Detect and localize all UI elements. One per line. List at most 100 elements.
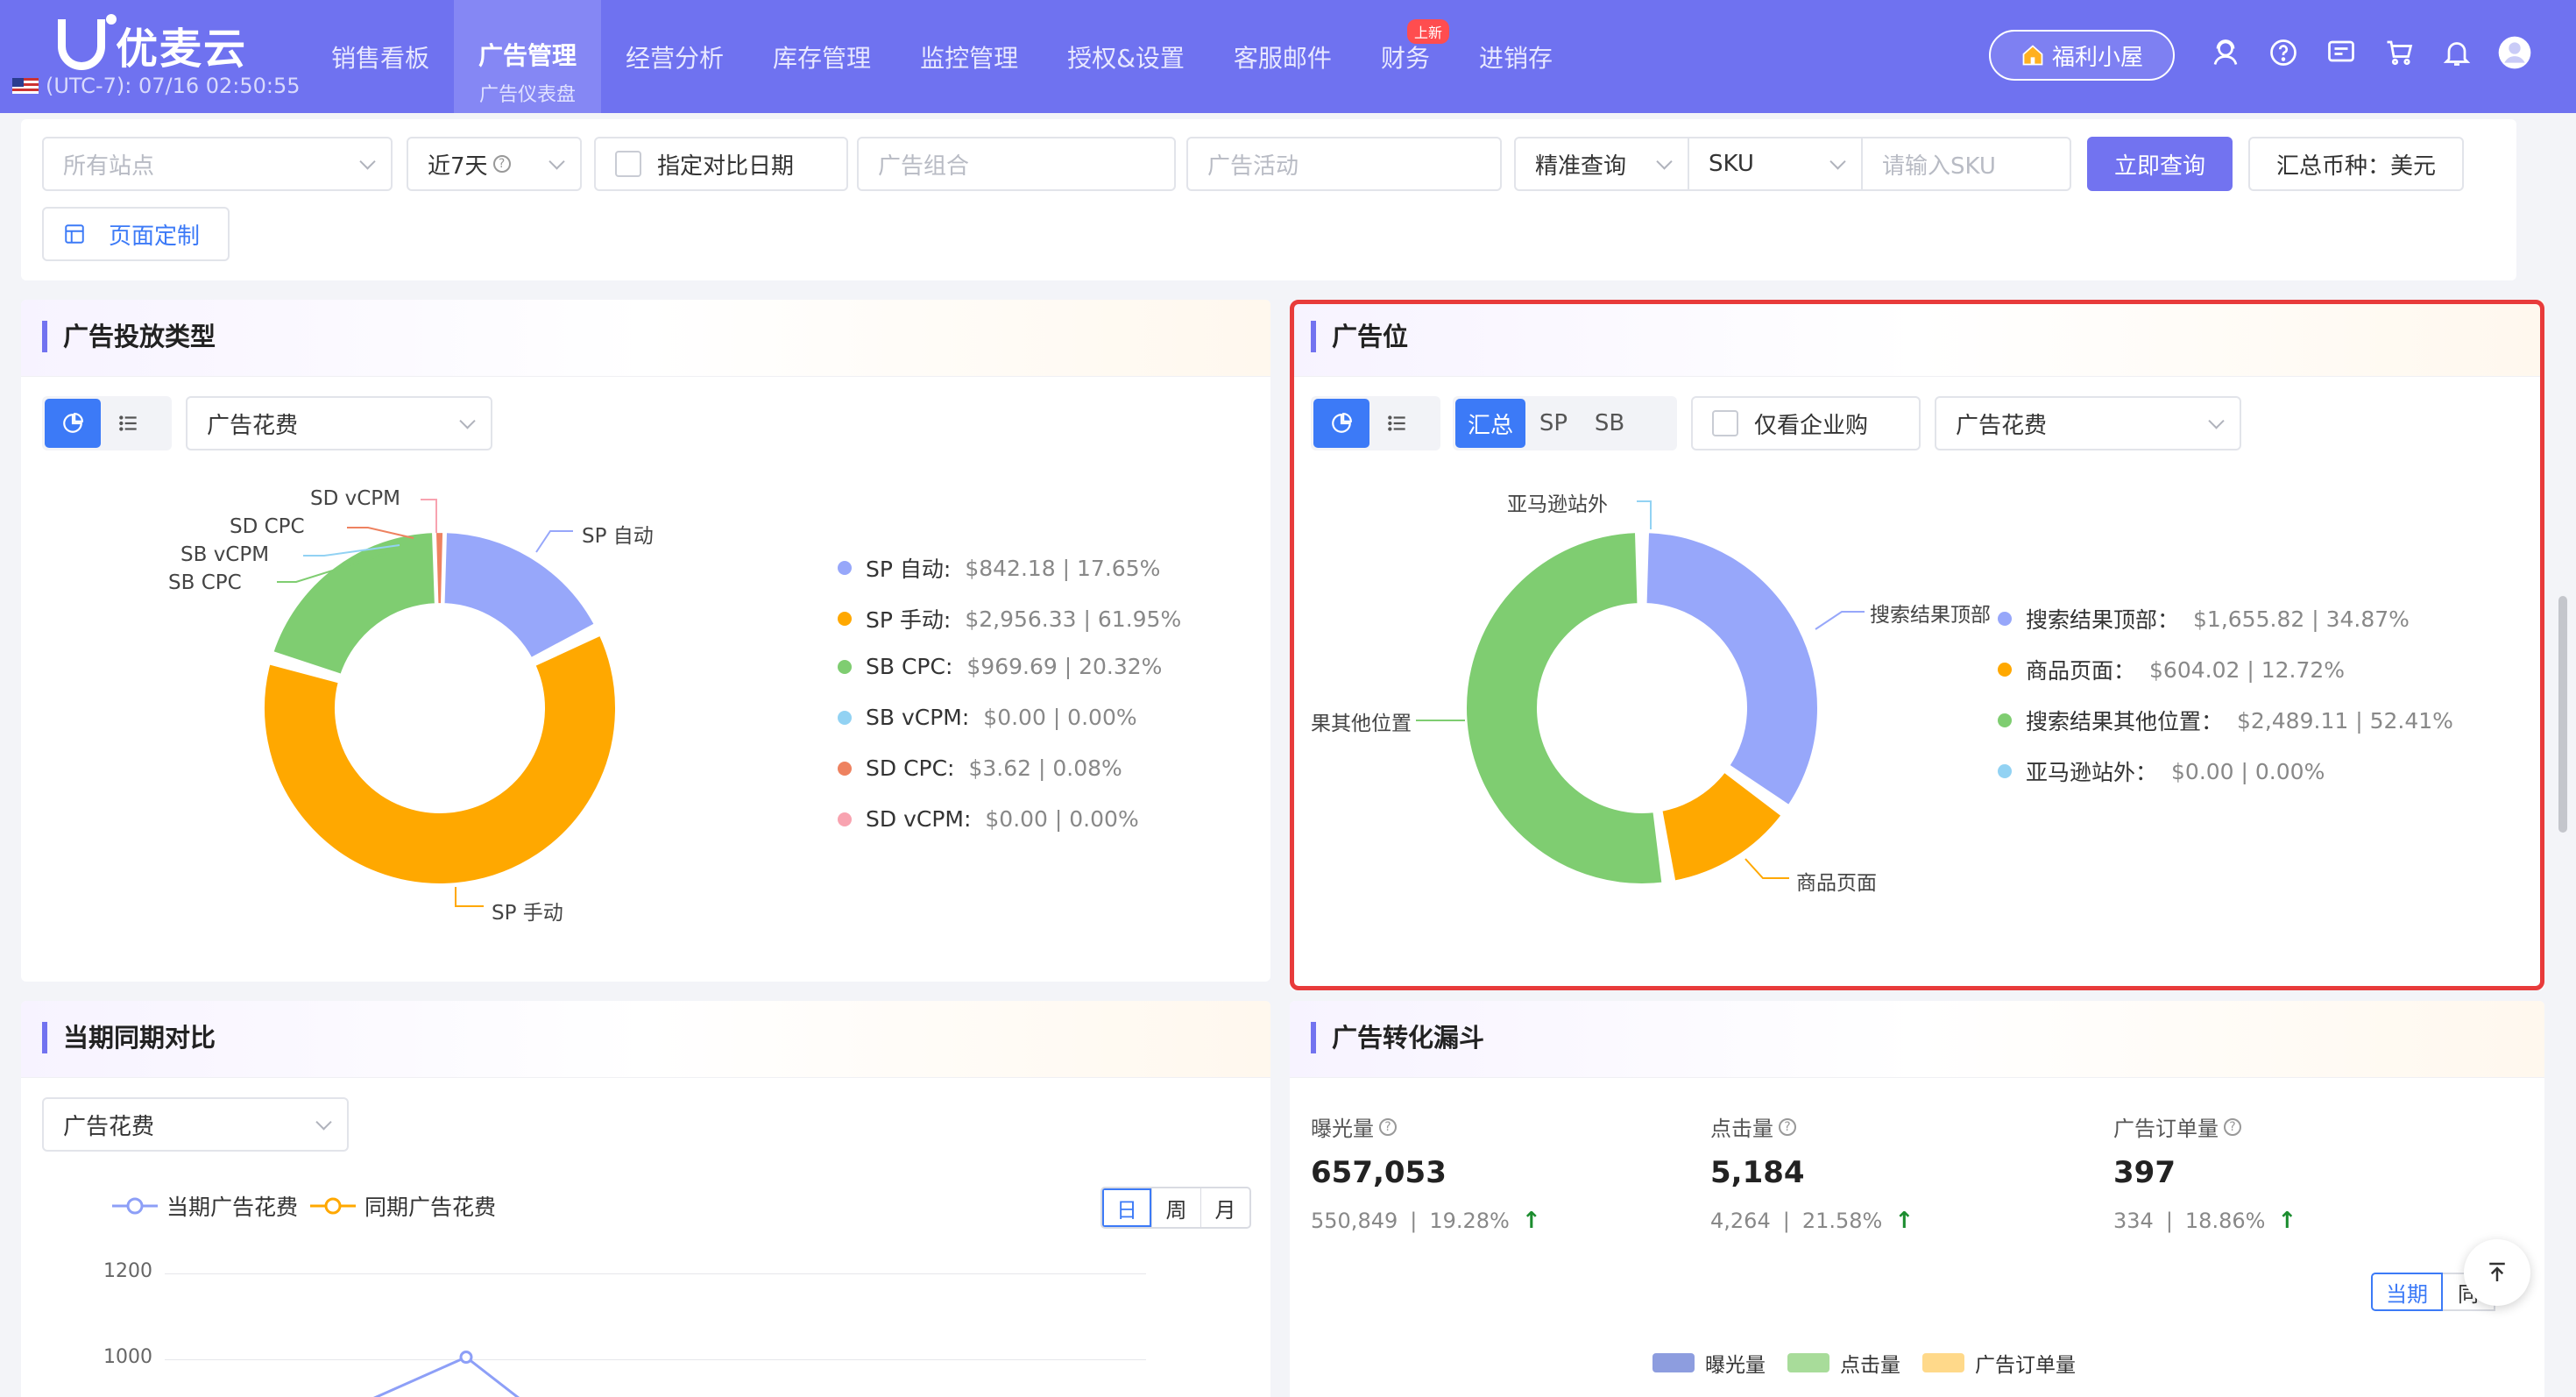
legend-name: SB vCPM:: [866, 705, 970, 730]
slice-label-sb-cpc: SB CPC: [168, 571, 242, 594]
legend-name: SP 自动:: [866, 557, 952, 582]
legend-name: 搜索结果其他位置：: [2026, 709, 2224, 734]
kpi-orders-label: 广告订单量?: [2113, 1111, 2241, 1142]
site-select[interactable]: 所有站点: [42, 137, 393, 191]
nav-purchase-sales-stock[interactable]: 进销存: [1454, 0, 1577, 113]
kpi-label-text: 点击量: [1710, 1117, 1773, 1141]
legend-item[interactable]: SD vCPM: $0.00 | 0.00%: [838, 806, 1139, 832]
sku-type-select[interactable]: SKU: [1688, 137, 1863, 191]
kpi-prev: 334: [2113, 1209, 2154, 1233]
page-customize-button[interactable]: 页面定制: [42, 207, 230, 261]
period-line-chart: [372, 1351, 520, 1397]
funnel-legend-clicks[interactable]: 点击量: [1787, 1348, 1900, 1378]
cart-icon[interactable]: [2381, 35, 2417, 70]
legend-value: $2,489.11 | 52.41%: [2237, 707, 2453, 734]
legend-item[interactable]: SP 自动: $842.18 | 17.65%: [838, 552, 1160, 584]
slice-sp-manual[interactable]: [261, 632, 619, 887]
welfare-label: 福利小屋: [2051, 44, 2143, 71]
legend-dot: [1998, 713, 2012, 727]
ad-type-card: 广告投放类型 广告花费 SP 自动 SP 手动 SD vCPM SD CPC S…: [21, 300, 1270, 982]
page-scrollbar[interactable]: [2558, 596, 2567, 833]
legend-name: 搜索结果顶部：: [2026, 607, 2180, 633]
nav-auth-settings[interactable]: 授权&设置: [1043, 0, 1209, 113]
compare-date-checkbox[interactable]: 指定对比日期: [594, 137, 848, 191]
nav-label: 监控管理: [920, 43, 1019, 73]
nav-label: 销售看板: [331, 43, 430, 73]
nav-inventory[interactable]: 库存管理: [748, 0, 895, 113]
toggle-current[interactable]: 当期: [2371, 1273, 2443, 1311]
welfare-button[interactable]: 福利小屋: [1989, 30, 2175, 81]
nav-monitoring[interactable]: 监控管理: [895, 0, 1043, 113]
legend-item[interactable]: SP 手动: $2,956.33 | 61.95%: [838, 603, 1181, 635]
house-icon: [2022, 45, 2043, 66]
funnel-legend-impressions[interactable]: 曝光量: [1652, 1348, 1766, 1378]
label-leader-line: [455, 887, 484, 907]
precise-query-select[interactable]: 精准查询: [1514, 137, 1689, 191]
legend-item[interactable]: SB CPC: $969.69 | 20.32%: [838, 654, 1162, 679]
nav-label: 经营分析: [626, 43, 725, 73]
filter-panel: 所有站点 近7天? 指定对比日期 广告组合 广告活动 精准查询 SKU 请输入S…: [21, 119, 2516, 280]
legend-item[interactable]: 亚马逊站外： $0.00 | 0.00%: [1998, 755, 2325, 787]
legend-item[interactable]: 搜索结果顶部： $1,655.82 | 34.87%: [1998, 603, 2410, 635]
legend-name: SD CPC:: [866, 755, 955, 781]
user-avatar-icon[interactable]: [2497, 35, 2532, 70]
nav-business-analysis[interactable]: 经营分析: [601, 0, 748, 113]
sku-input[interactable]: 请输入SKU: [1861, 137, 2071, 191]
current-series-point[interactable]: [459, 1351, 473, 1365]
timezone-clock: (UTC-7): 07/16 02:50:55: [12, 74, 301, 98]
slice-search-top[interactable]: [1643, 529, 1821, 809]
kpi-prev: 550,849: [1311, 1209, 1398, 1233]
clock-text: (UTC-7): 07/16 02:50:55: [46, 74, 301, 98]
funnel-legend-orders[interactable]: 广告订单量: [1922, 1348, 2076, 1378]
nav-ad-management[interactable]: 广告管理 广告仪表盘: [454, 0, 602, 113]
legend-item[interactable]: 搜索结果其他位置： $2,489.11 | 52.41%: [1998, 705, 2453, 736]
chevron-down-icon: [1656, 153, 1673, 170]
slice-sb-cpc[interactable]: [270, 529, 438, 677]
info-icon[interactable]: ?: [1379, 1117, 1397, 1136]
legend-swatch: [1787, 1353, 1829, 1372]
nav-service-mail[interactable]: 客服邮件: [1209, 0, 1356, 113]
legend-item[interactable]: SB vCPM: $0.00 | 0.00%: [838, 705, 1137, 730]
legend-value: $0.00 | 0.00%: [985, 806, 1139, 832]
slice-sp-auto[interactable]: [441, 529, 598, 662]
app-logo[interactable]: 优麦云: [58, 14, 247, 75]
nav-sales-dashboard[interactable]: 销售看板: [307, 0, 454, 113]
info-icon[interactable]: ?: [1779, 1117, 1796, 1136]
kpi-orders-compare: 334 | 18.86% ↑: [2113, 1208, 2297, 1234]
card-header: 广告转化漏斗: [1290, 1001, 2544, 1078]
bell-icon[interactable]: [2439, 35, 2474, 70]
label-leader-line: [421, 499, 437, 533]
slice-label-offsite: 亚马逊站外: [1507, 493, 1608, 516]
chevron-down-icon: [359, 153, 376, 170]
info-icon[interactable]: ?: [2224, 1117, 2241, 1136]
help-icon[interactable]: [2266, 35, 2301, 70]
slice-label-sd-vcpm: SD vCPM: [310, 487, 401, 510]
nav-label: 库存管理: [773, 43, 872, 73]
kpi-impressions-compare: 550,849 | 19.28% ↑: [1311, 1208, 1541, 1234]
kpi-clicks-label: 点击量?: [1710, 1111, 1796, 1142]
legend-name: SB CPC:: [866, 654, 953, 679]
currency-button[interactable]: 汇总币种：美元: [2248, 137, 2464, 191]
ad-campaign-input[interactable]: 广告活动: [1186, 137, 1502, 191]
back-to-top-button[interactable]: [2464, 1239, 2530, 1306]
slice-search-other[interactable]: [1463, 529, 1666, 887]
currency-label: 汇总币种：美元: [2275, 152, 2436, 180]
nav-finance[interactable]: 财务 上新: [1356, 0, 1454, 113]
period-compare-card: 当期同期对比 广告花费 当期广告花费 同期广告花费 日 周 月 1200 100…: [21, 1001, 1270, 1397]
ad-portfolio-placeholder: 广告组合: [878, 152, 970, 180]
legend-dot: [1998, 663, 2012, 677]
date-range-select[interactable]: 近7天?: [407, 137, 582, 191]
top-icon-group: [2208, 35, 2532, 70]
query-button[interactable]: 立即查询: [2087, 137, 2233, 191]
new-badge: 上新: [1406, 19, 1449, 44]
support-agent-icon[interactable]: [2208, 35, 2243, 70]
ad-portfolio-input[interactable]: 广告组合: [857, 137, 1176, 191]
legend-item[interactable]: 商品页面： $604.02 | 12.72%: [1998, 654, 2345, 685]
slice-sd-cpc[interactable]: [432, 529, 447, 607]
date-range-value: 近7天: [428, 152, 488, 180]
legend-dot: [838, 561, 852, 575]
message-icon[interactable]: [2324, 35, 2359, 70]
legend-item[interactable]: SD CPC: $3.62 | 0.08%: [838, 755, 1122, 781]
legend-name: SD vCPM:: [866, 806, 972, 832]
query-button-label: 立即查询: [2113, 152, 2205, 180]
